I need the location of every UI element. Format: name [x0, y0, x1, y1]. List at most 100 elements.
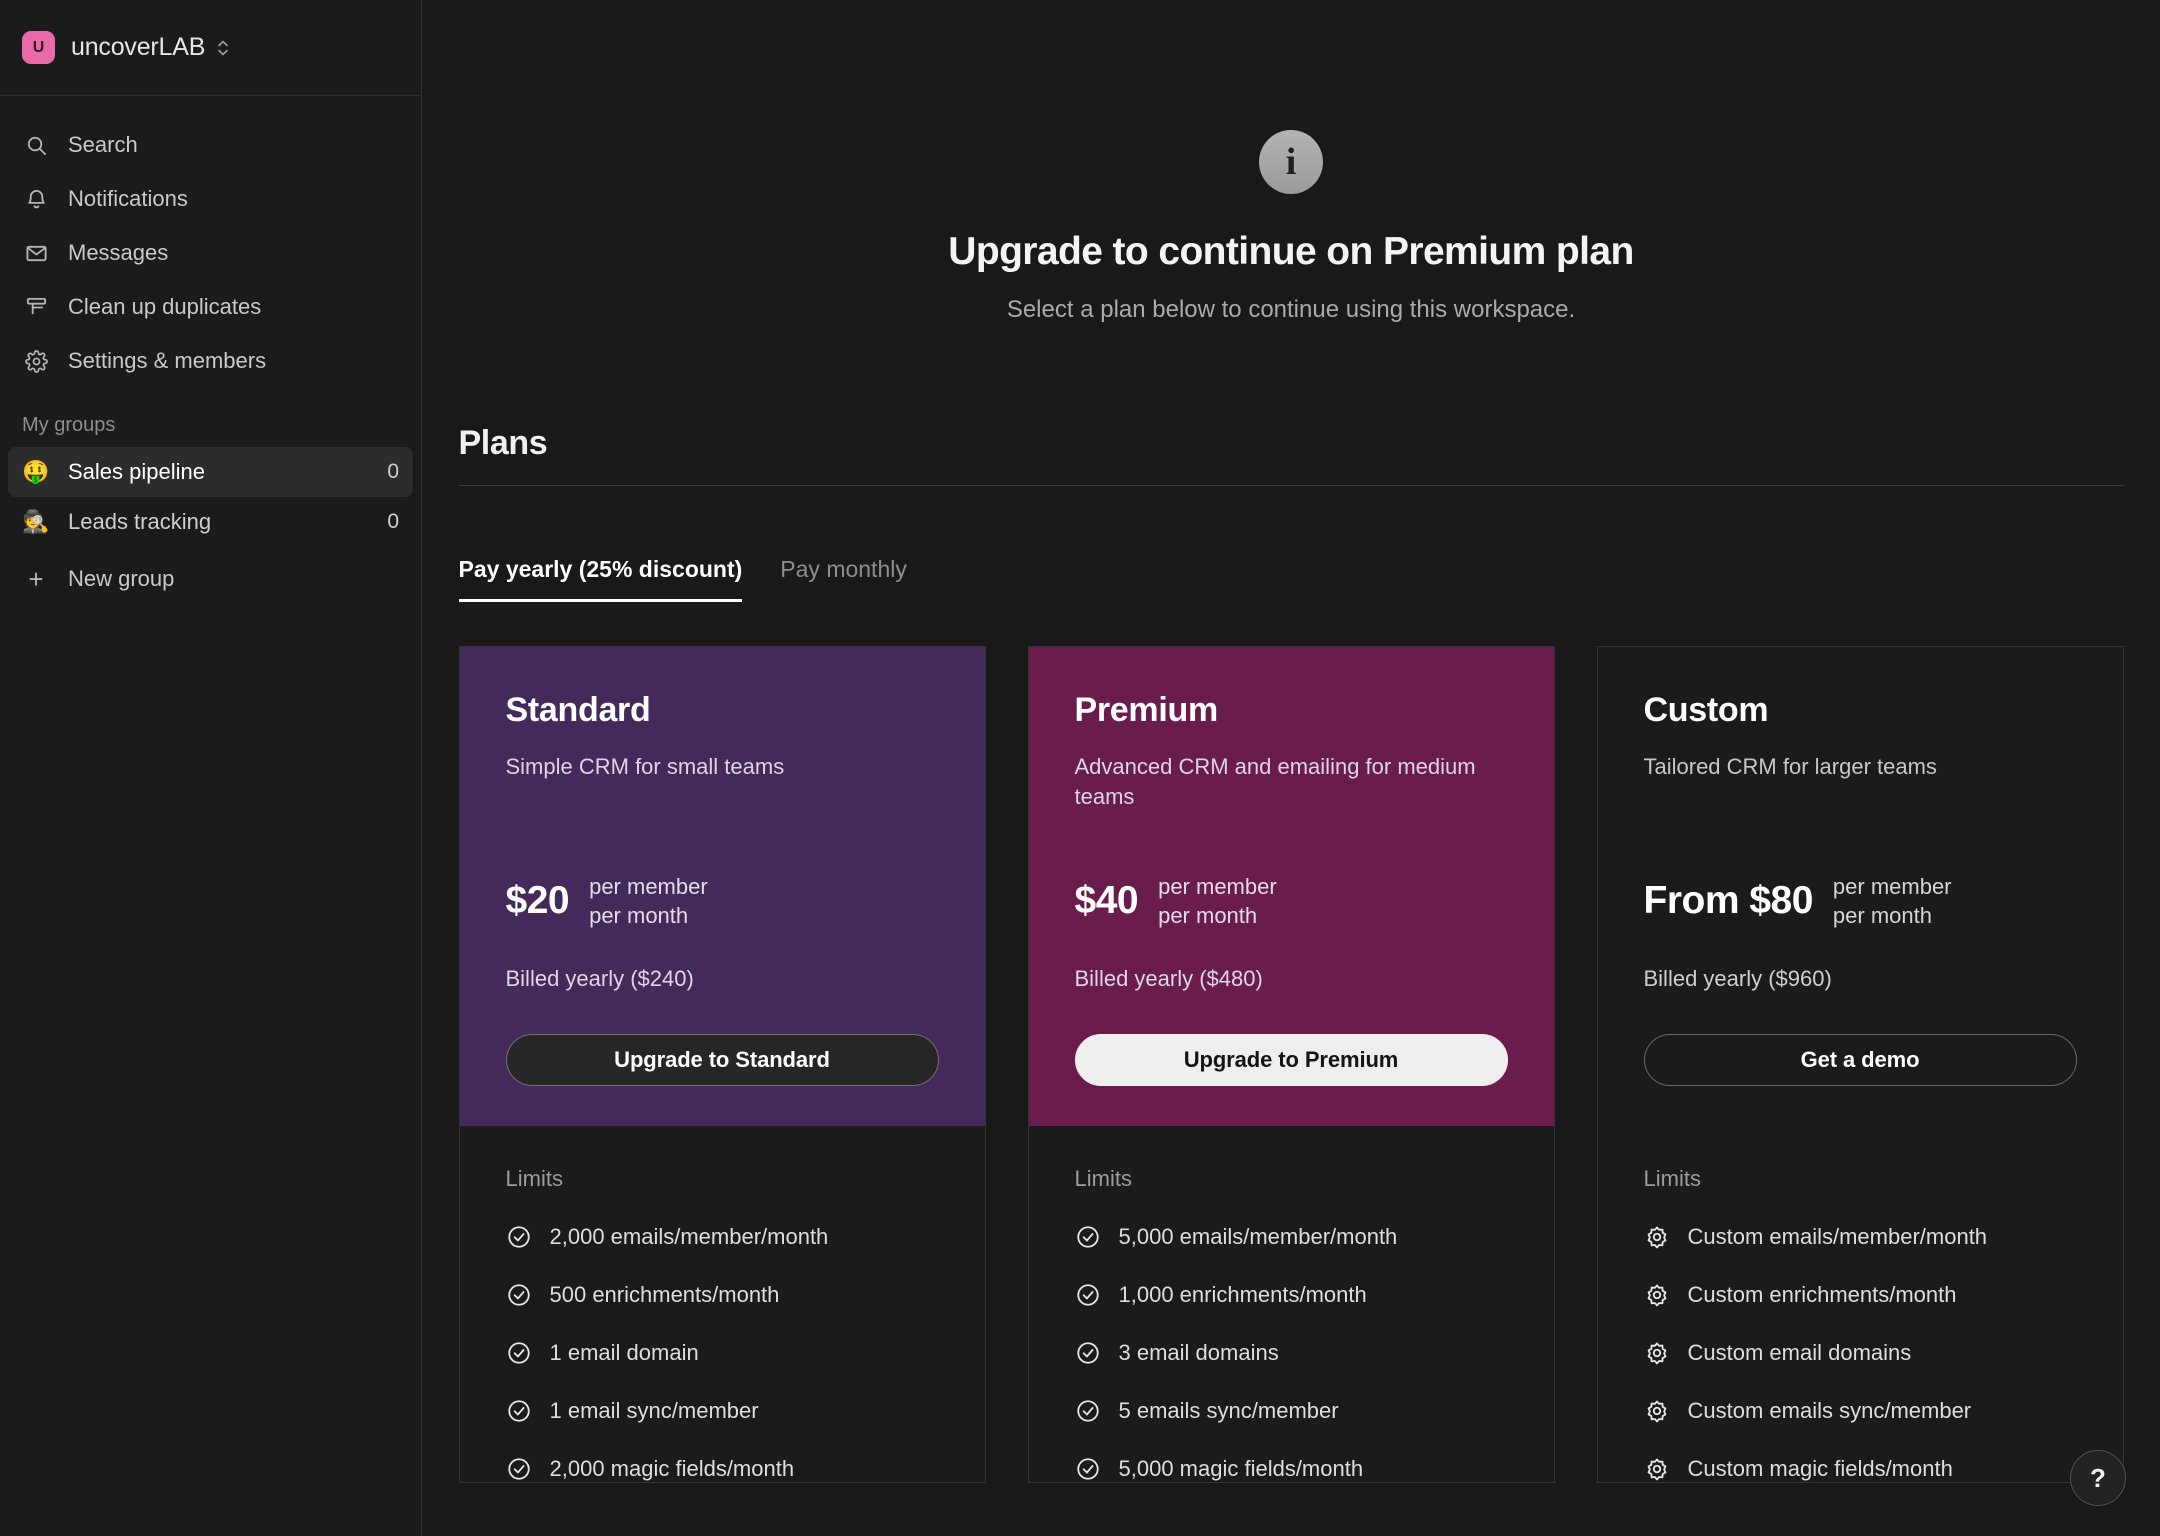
plan-description: Advanced CRM and emailing for medium tea… [1074, 754, 1476, 809]
plan-billed-note: Billed yearly ($480) [1074, 966, 1263, 992]
plans-header: Plans [458, 424, 2124, 486]
tab-pay-yearly[interactable]: Pay yearly (25% discount) [458, 556, 743, 602]
plan-price-unit-line2: per month [1832, 903, 1932, 929]
info-icon: i [1259, 130, 1323, 194]
limit-label: 2,000 emails/member/month [549, 1224, 829, 1250]
check-circle-icon [506, 1456, 532, 1482]
plan-name: Custom [1643, 691, 1769, 729]
group-count: 0 [387, 460, 399, 483]
plan-price: From $80 [1643, 879, 1814, 923]
limit-row: 5 emails sync/member [1075, 1398, 1508, 1424]
plan-price-row: $20 per member per month [506, 872, 939, 930]
limit-row: Custom emails/member/month [1644, 1224, 2077, 1250]
workspace-name: uncoverLAB [71, 33, 206, 61]
check-circle-icon [1075, 1340, 1101, 1366]
plan-price-unit: per member per month [1833, 872, 1952, 930]
gear-icon [22, 349, 50, 373]
limit-label: 1,000 enrichments/month [1118, 1282, 1367, 1308]
plus-icon: + [28, 563, 44, 594]
plan-card-premium: Premium Advanced CRM and emailing for me… [1027, 646, 1555, 1484]
sidebar-item-label: Search [68, 132, 138, 157]
upgrade-to-standard-button[interactable]: Upgrade to Standard [505, 1034, 939, 1087]
main-content: i Upgrade to continue on Premium plan Se… [422, 0, 2160, 1536]
limit-row: 3 email domains [1075, 1340, 1508, 1366]
sidebar-item-messages[interactable]: Messages [0, 226, 421, 280]
plan-card-standard: Standard Simple CRM for small teams $20 … [458, 646, 986, 1484]
sidebar-item-label: Settings & members [68, 348, 267, 373]
limit-label: Custom magic fields/month [1687, 1456, 1953, 1482]
plan-price-unit: per member per month [1158, 872, 1277, 930]
group-label: Leads tracking [68, 509, 212, 534]
sidebar-item-search[interactable]: Search [0, 118, 421, 172]
check-circle-icon [506, 1340, 532, 1366]
limit-row: Custom enrichments/month [1644, 1282, 2077, 1308]
limit-row: 1 email sync/member [506, 1398, 939, 1424]
gear-icon [1644, 1340, 1670, 1366]
get-a-demo-button[interactable]: Get a demo [1643, 1034, 2077, 1087]
envelope-icon [22, 242, 50, 265]
chevron-updown-icon [216, 37, 230, 59]
sidebar-item-clean-up-duplicates[interactable]: Clean up duplicates [0, 280, 421, 334]
tab-pay-monthly[interactable]: Pay monthly [780, 556, 907, 602]
plan-price-row: From $80 per member per month [1644, 872, 2077, 930]
sidebar-nav: Search Notifications Messages Clean up d… [0, 96, 421, 605]
plan-price-unit: per member per month [589, 872, 708, 930]
workspace-switcher[interactable]: U uncoverLAB [0, 0, 421, 96]
gear-icon [1644, 1282, 1670, 1308]
limit-label: Custom emails/member/month [1687, 1224, 1988, 1250]
plan-limits: Limits 5,000 emails/member/month 1,000 e… [1028, 1126, 1554, 1483]
sidebar-item-notifications[interactable]: Notifications [0, 172, 421, 226]
gear-icon [1644, 1398, 1670, 1424]
page-title: Upgrade to continue on Premium plan [948, 230, 1634, 273]
sidebar-item-label: Clean up duplicates [68, 294, 262, 319]
sidebar-group-leads-tracking[interactable]: 🕵️ Leads tracking 0 [8, 497, 413, 547]
group-label: Sales pipeline [68, 459, 205, 484]
groups-section-title: My groups [22, 414, 116, 436]
sidebar-item-settings-members[interactable]: Settings & members [0, 334, 421, 388]
limit-label: 1 email domain [549, 1340, 699, 1366]
limit-row: 5,000 magic fields/month [1075, 1456, 1508, 1482]
group-count: 0 [387, 510, 399, 533]
upgrade-to-premium-button[interactable]: Upgrade to Premium [1074, 1034, 1508, 1087]
plans-title: Plans [458, 424, 548, 462]
limit-label: Custom emails sync/member [1687, 1398, 1972, 1424]
check-circle-icon [1075, 1282, 1101, 1308]
plan-billed-note: Billed yearly ($240) [505, 966, 694, 992]
limit-label: 1 email sync/member [549, 1398, 759, 1424]
limit-row: 2,000 emails/member/month [506, 1224, 939, 1250]
limits-label: Limits [1643, 1166, 1701, 1192]
limit-label: 5,000 emails/member/month [1118, 1224, 1398, 1250]
new-group-button[interactable]: + New group [8, 553, 413, 605]
limit-row: 1 email domain [506, 1340, 939, 1366]
billing-period-tabs: Pay yearly (25% discount) Pay monthly [458, 486, 2124, 602]
plan-billed-note: Billed yearly ($960) [1643, 966, 1832, 992]
limit-row: Custom magic fields/month [1644, 1456, 2077, 1482]
limit-label: 5,000 magic fields/month [1118, 1456, 1364, 1482]
limit-row: Custom emails sync/member [1644, 1398, 2077, 1424]
plan-price-row: $40 per member per month [1075, 872, 1508, 930]
gear-icon [1644, 1456, 1670, 1482]
workspace-logo: U [22, 31, 55, 64]
plan-price-unit-line2: per month [1158, 903, 1258, 929]
plan-description: Simple CRM for small teams [505, 754, 785, 779]
limit-label: 2,000 magic fields/month [549, 1456, 795, 1482]
limits-label: Limits [505, 1166, 563, 1192]
limit-row: 2,000 magic fields/month [506, 1456, 939, 1482]
page-subtitle: Select a plan below to continue using th… [1006, 296, 1576, 323]
upgrade-hero: i Upgrade to continue on Premium plan Se… [422, 0, 2160, 324]
sidebar-group-sales-pipeline[interactable]: 🤑 Sales pipeline 0 [8, 447, 413, 497]
money-mouth-face-emoji-icon: 🤑 [22, 459, 50, 484]
limit-label: 3 email domains [1118, 1340, 1279, 1366]
check-circle-icon [506, 1224, 532, 1250]
plan-description: Tailored CRM for larger teams [1643, 754, 1937, 779]
plans-section: Plans Pay yearly (25% discount) Pay mont… [422, 424, 2160, 1484]
plan-cards: Standard Simple CRM for small teams $20 … [458, 646, 2124, 1484]
limit-label: Custom enrichments/month [1687, 1282, 1957, 1308]
gear-icon [1644, 1224, 1670, 1250]
plan-price-unit-line1: per member [1158, 874, 1277, 899]
new-group-label: New group [68, 566, 175, 591]
help-button[interactable]: ? [2070, 1450, 2126, 1506]
limit-row: Custom email domains [1644, 1340, 2077, 1366]
limit-label: 500 enrichments/month [549, 1282, 780, 1308]
limit-row: 1,000 enrichments/month [1075, 1282, 1508, 1308]
